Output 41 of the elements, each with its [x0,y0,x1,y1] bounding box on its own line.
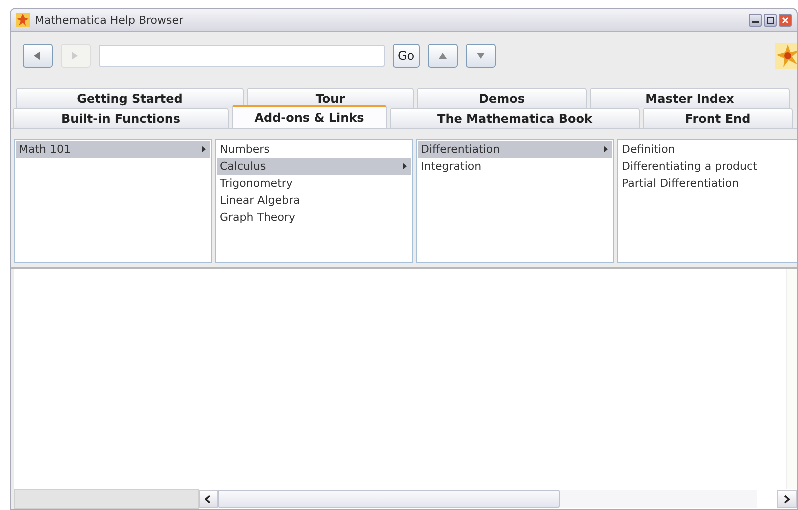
tab[interactable]: Built-in Functions [13,108,229,128]
address-field[interactable] [99,45,385,67]
column-item[interactable]: Calculus [217,158,411,175]
close-button[interactable] [779,14,792,26]
column-item[interactable]: Numbers [217,141,411,158]
maximize-button[interactable] [764,14,777,26]
down-button[interactable] [466,44,496,68]
window-title: Mathematica Help Browser [35,14,184,26]
tab[interactable]: Getting Started [16,88,244,108]
down-triangle-icon [476,51,486,61]
app-icon [16,13,30,27]
left-triangle-icon [33,51,43,61]
starburst-logo-icon [775,41,797,71]
horizontal-scrollbar[interactable] [218,490,758,508]
chevron-right-icon [784,494,790,504]
up-button[interactable] [428,44,458,68]
column-item[interactable]: Partial Differentiation [619,175,797,192]
column-item[interactable]: Linear Algebra [217,192,411,209]
tab[interactable]: Front End [643,108,793,128]
back-button[interactable] [23,44,53,68]
column-item[interactable]: Integration [418,158,612,175]
column-item[interactable]: Graph Theory [217,209,411,226]
go-button[interactable]: Go [393,44,420,68]
column-item[interactable]: Differentiating a product [619,158,797,175]
scroll-thumb[interactable] [218,490,560,508]
tab[interactable]: Add-ons & Links [232,105,387,128]
minimize-button[interactable] [749,14,762,26]
scroll-left-button[interactable] [198,490,218,508]
column-item[interactable]: Definition [619,141,797,158]
close-icon [782,16,789,24]
vertical-scrollbar[interactable] [786,269,797,489]
column-item[interactable]: Trigonometry [217,175,411,192]
column-item[interactable]: Math 101 [16,141,210,158]
tab[interactable]: The Mathematica Book [390,108,640,128]
tab[interactable]: Demos [417,88,587,108]
tab[interactable]: Master Index [590,88,790,108]
column-item[interactable]: Differentiation [418,141,612,158]
maximize-icon [767,16,774,24]
chevron-left-icon [205,494,212,504]
up-triangle-icon [438,51,448,61]
scroll-right-button[interactable] [777,490,797,508]
